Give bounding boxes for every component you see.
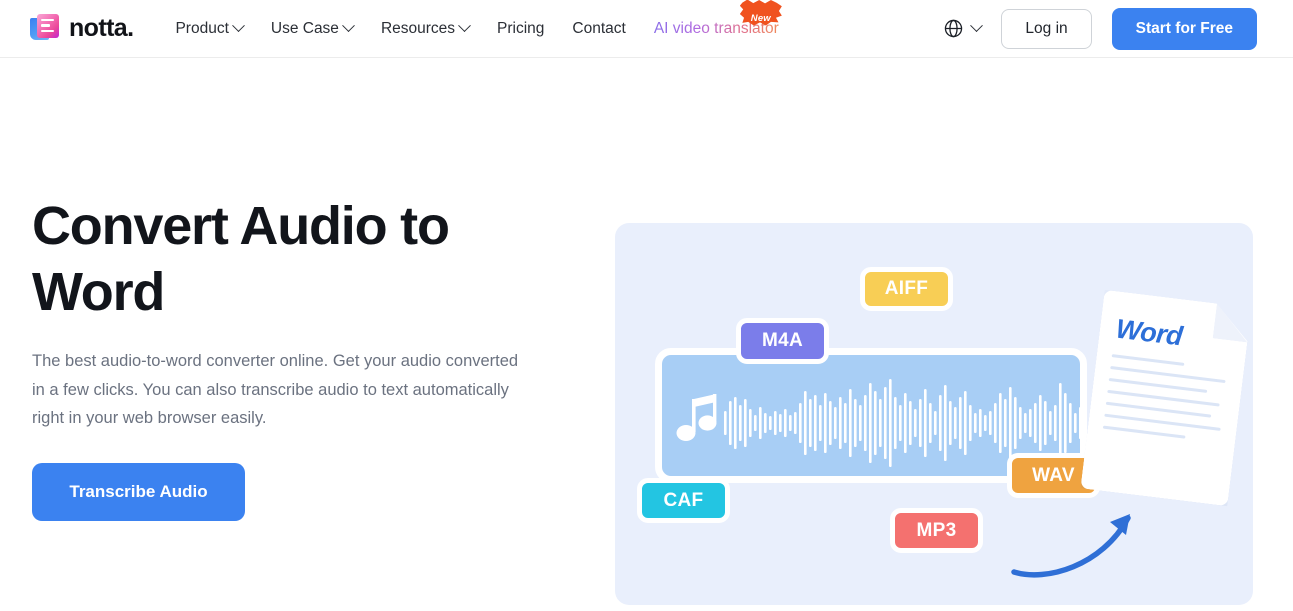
format-tag-m4a: M4A — [736, 318, 829, 364]
logo[interactable]: notta. — [30, 13, 134, 44]
chevron-down-icon — [342, 19, 355, 33]
document-text-lines — [1102, 354, 1229, 452]
nav-item-pricing[interactable]: Pricing — [497, 20, 544, 38]
nav-item-ai-video-translator[interactable]: AI video translator New — [654, 0, 782, 38]
nav-item-label: Use Case — [270, 19, 339, 37]
music-note-icon — [676, 394, 717, 441]
hero-subtitle: The best audio-to-word converter online.… — [32, 352, 519, 427]
chevron-down-icon — [458, 19, 471, 33]
notta-logo-icon — [30, 13, 60, 44]
nav-item-contact[interactable]: Contact — [572, 20, 625, 38]
nav-item-label: Product — [175, 19, 229, 37]
format-tag-aiff: AIFF — [860, 267, 953, 311]
site-header: notta. Product Use Case Resources Pricin… — [0, 0, 1293, 58]
page-fold-corner — [1213, 303, 1252, 342]
format-tag-caf: CAF — [637, 478, 730, 523]
main-nav: Product Use Case Resources Pricing Conta… — [175, 19, 626, 38]
format-tag-mp3: MP3 — [890, 508, 983, 553]
word-document-icon: Word — [1080, 290, 1251, 507]
start-for-free-button[interactable]: Start for Free — [1111, 7, 1257, 50]
curved-arrow-icon — [1011, 514, 1131, 578]
hero-copy: Convert Audio to Word The best audio-to-… — [32, 193, 572, 521]
nav-item-label: Pricing — [497, 19, 545, 37]
new-badge: New — [739, 0, 782, 26]
nav-item-label: Resources — [380, 19, 456, 37]
header-actions: Log in Start for Free — [943, 7, 1257, 50]
language-selector[interactable] — [943, 18, 984, 39]
nav-item-use-case[interactable]: Use Case — [270, 19, 355, 38]
transcribe-audio-button[interactable]: Transcribe Audio — [32, 462, 245, 521]
nav-item-product[interactable]: Product — [175, 19, 245, 38]
chevron-down-icon — [232, 19, 245, 33]
page-title: Convert Audio to Word — [32, 196, 450, 322]
globe-icon — [945, 19, 963, 38]
nav-item-resources[interactable]: Resources — [380, 19, 471, 38]
logo-text: notta. — [69, 14, 134, 42]
chevron-down-icon — [970, 19, 984, 33]
nav-item-label: Contact — [572, 19, 626, 37]
login-button[interactable]: Log in — [1001, 8, 1092, 49]
hero-illustration: AIFF M4A CAF WAV MP3 Word — [615, 223, 1253, 605]
hero-section: Convert Audio to Word The best audio-to-… — [0, 58, 1293, 611]
